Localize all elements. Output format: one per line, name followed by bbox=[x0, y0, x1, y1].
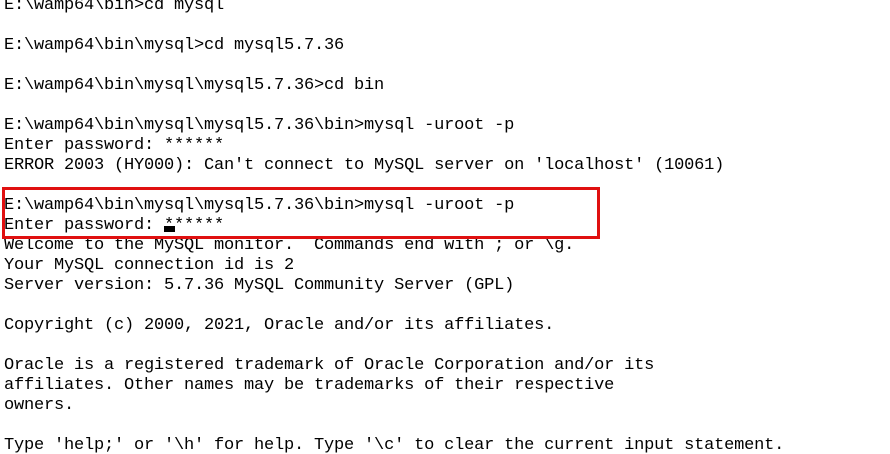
terminal-line: Enter password: ****** bbox=[4, 136, 225, 155]
terminal-line: Copyright (c) 2000, 2021, Oracle and/or … bbox=[4, 316, 555, 335]
terminal-line: affiliates. Other names may be trademark… bbox=[4, 376, 615, 395]
terminal-window[interactable]: E:\wamp64\bin>cd mysql E:\wamp64\bin\mys… bbox=[0, 0, 890, 454]
terminal-line: Oracle is a registered trademark of Orac… bbox=[4, 356, 655, 375]
terminal-line: Your MySQL connection id is 2 bbox=[4, 256, 295, 275]
terminal-line: E:\wamp64\bin>cd mysql bbox=[4, 0, 225, 15]
terminal-line: Server version: 5.7.36 MySQL Community S… bbox=[4, 276, 515, 295]
terminal-line: Welcome to the MySQL monitor. Commands e… bbox=[4, 236, 575, 255]
terminal-line: E:\wamp64\bin\mysql\mysql5.7.36\bin>mysq… bbox=[4, 116, 515, 135]
terminal-line: E:\wamp64\bin\mysql\mysql5.7.36>cd bin bbox=[4, 76, 385, 95]
highlight-annotation-box bbox=[2, 187, 600, 239]
terminal-line: Type 'help;' or '\h' for help. Type '\c'… bbox=[4, 436, 785, 454]
terminal-line: ERROR 2003 (HY000): Can't connect to MyS… bbox=[4, 156, 725, 175]
terminal-line: owners. bbox=[4, 396, 75, 415]
terminal-line: E:\wamp64\bin\mysql>cd mysql5.7.36 bbox=[4, 36, 345, 55]
